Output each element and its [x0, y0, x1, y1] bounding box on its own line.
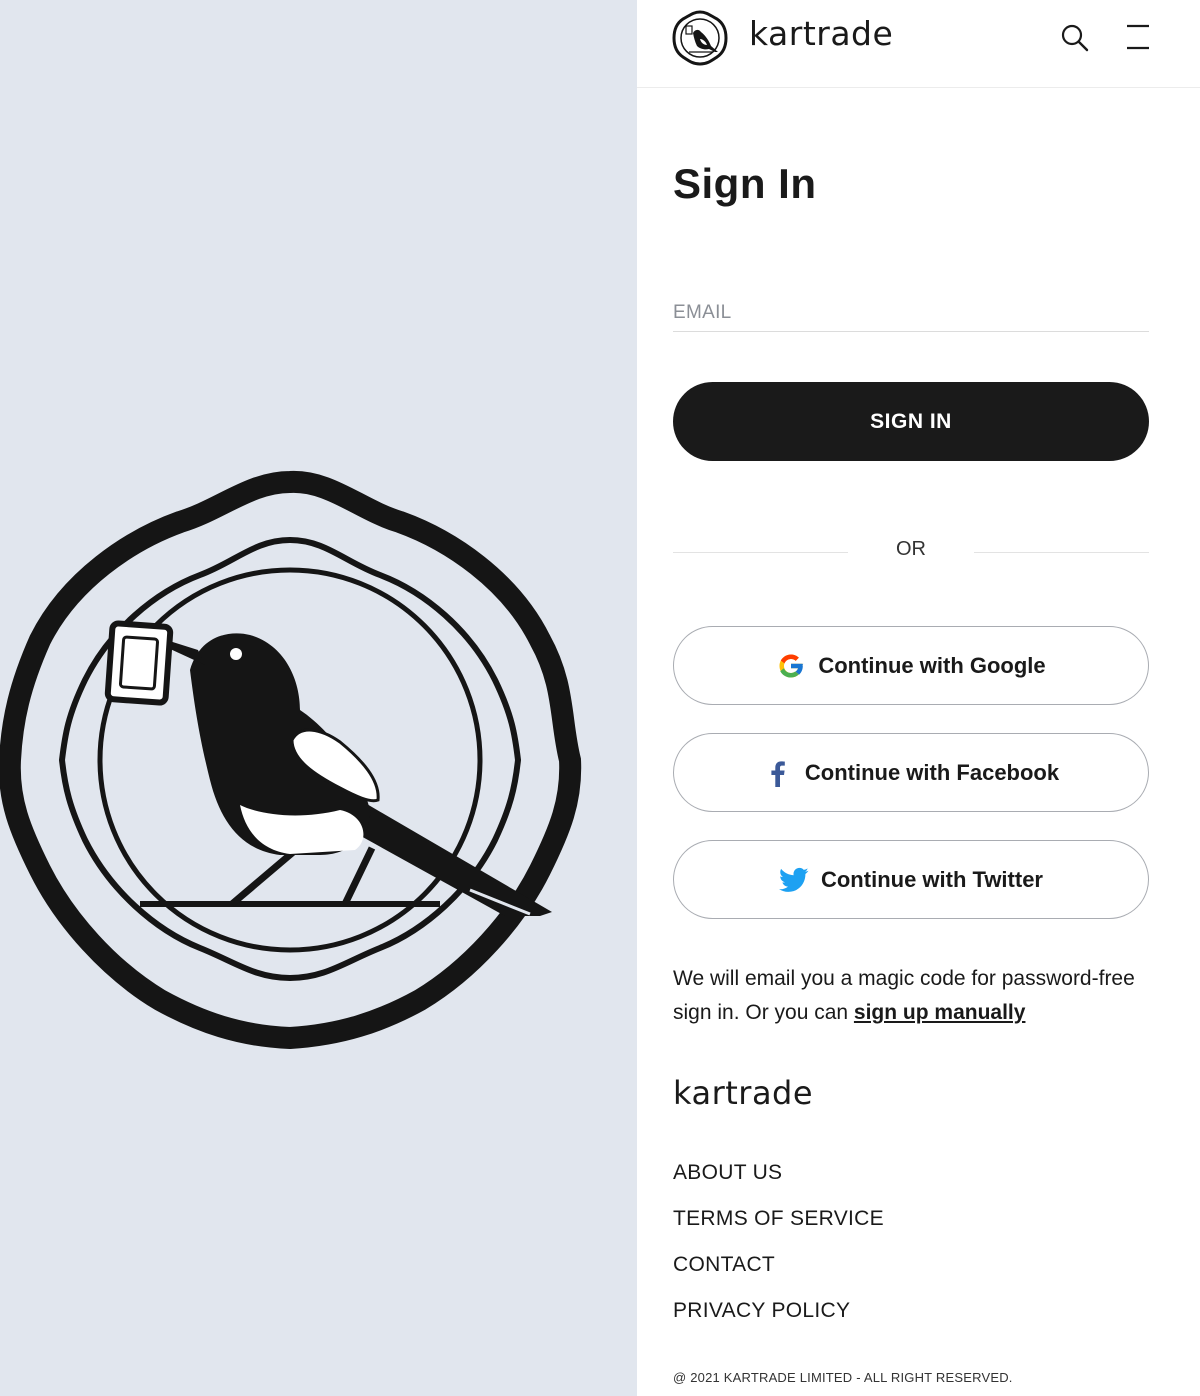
facebook-icon — [771, 760, 785, 787]
menu-icon[interactable] — [1121, 20, 1155, 54]
continue-with-facebook-button[interactable]: Continue with Facebook — [673, 733, 1149, 812]
magic-code-notice: We will email you a magic code for passw… — [673, 962, 1153, 1030]
facebook-button-label: Continue with Facebook — [804, 759, 1060, 785]
divider-line-right — [974, 552, 1149, 553]
signin-panel: kartrade Sign In SIGN IN OR Continue wit… — [637, 0, 1200, 1396]
or-label: OR — [896, 538, 926, 560]
hero-panel — [0, 0, 637, 1396]
top-navbar: kartrade — [637, 0, 1200, 88]
brand-name[interactable]: kartrade — [749, 14, 893, 53]
magpie-emblem-illustration — [0, 470, 582, 1050]
footer-link-terms-of-service[interactable]: TERMS OF SERVICE — [673, 1204, 884, 1250]
footer-link-about-us[interactable]: ABOUT US — [673, 1158, 884, 1204]
sign-up-manually-link[interactable]: sign up manually — [854, 1001, 1026, 1024]
sign-in-button[interactable]: SIGN IN — [673, 382, 1149, 461]
or-divider: OR — [673, 536, 1149, 566]
twitter-icon — [778, 867, 809, 892]
twitter-button-label: Continue with Twitter — [820, 866, 1043, 892]
footer-links: ABOUT US TERMS OF SERVICE CONTACT PRIVAC… — [673, 1158, 884, 1342]
search-icon[interactable] — [1057, 20, 1093, 56]
copyright-notice: @ 2021 KARTRADE LIMITED - ALL RIGHT RESE… — [673, 1370, 1013, 1385]
footer-brand: kartrade — [673, 1074, 814, 1112]
email-field[interactable] — [673, 294, 1149, 332]
footer-link-contact[interactable]: CONTACT — [673, 1250, 884, 1296]
kartrade-logo-icon[interactable] — [671, 9, 729, 67]
google-icon — [779, 654, 804, 677]
page-title: Sign In — [673, 160, 817, 207]
continue-with-twitter-button[interactable]: Continue with Twitter — [673, 840, 1149, 919]
google-button-label: Continue with Google — [818, 652, 1046, 678]
continue-with-google-button[interactable]: Continue with Google — [673, 626, 1149, 705]
footer-link-privacy-policy[interactable]: PRIVACY POLICY — [673, 1296, 884, 1342]
